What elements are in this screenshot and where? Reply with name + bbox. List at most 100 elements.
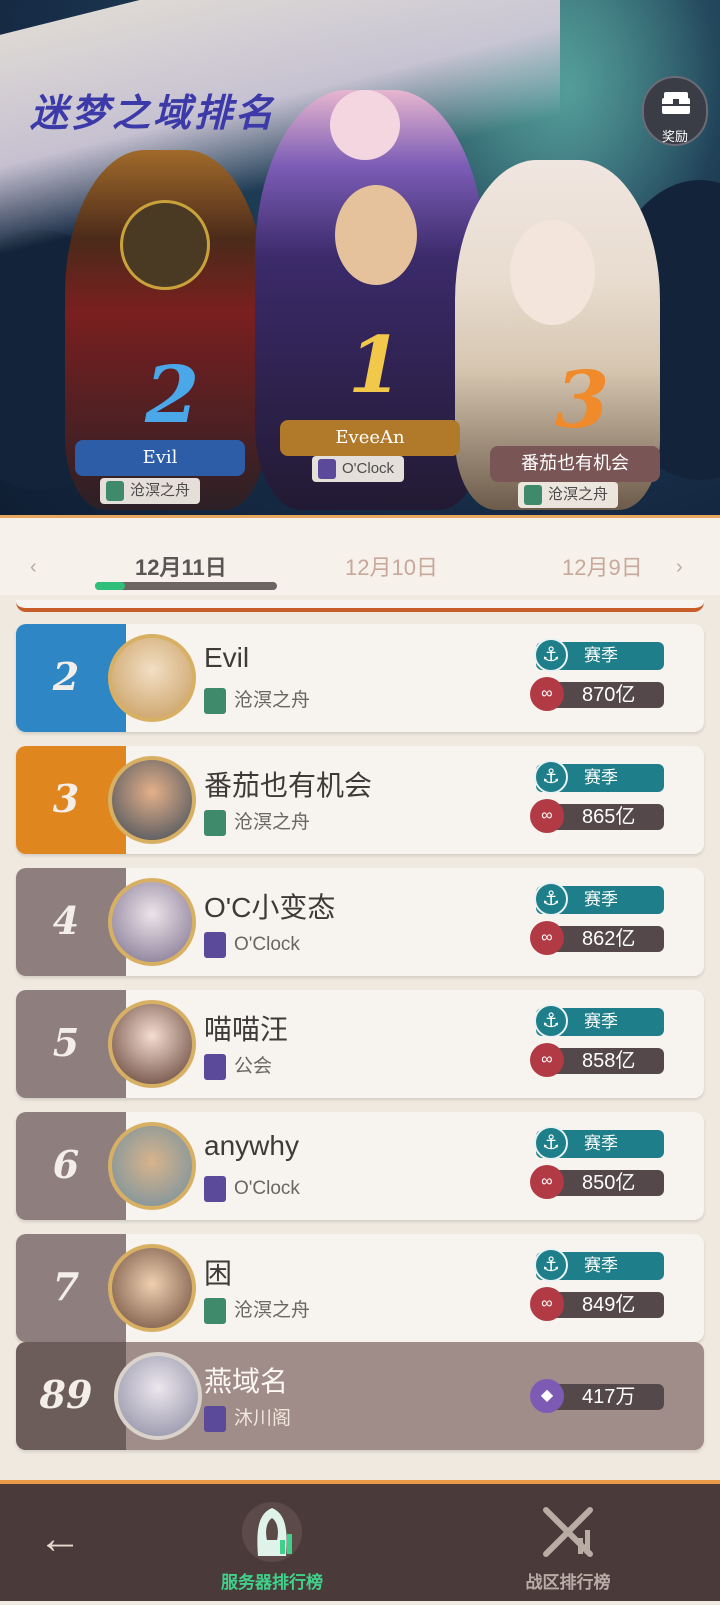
score-badge: ∞ 858亿 <box>530 1043 664 1077</box>
crossed-swords-icon <box>543 1507 593 1557</box>
score-badge: ∞ 865亿 <box>530 799 664 833</box>
bottom-nav: ← 服务器排行榜 战区排行榜 <box>0 1480 720 1601</box>
infinity-gem-icon: ∞ <box>530 1043 564 1077</box>
season-label: 赛季 <box>584 646 618 665</box>
podium-guild: 沧溟之舟 <box>130 482 191 499</box>
score-badge: ∞ 850亿 <box>530 1165 664 1199</box>
podium-name: 番茄也有机会 <box>521 453 629 474</box>
podium-guild-tag-1: O'Clock <box>312 456 405 482</box>
score-badge: ◆ 417万 <box>530 1379 664 1413</box>
list-item[interactable]: 2 Evil 沧溟之舟 ⚓ 赛季 ∞ 870亿 <box>16 624 704 732</box>
score-value: 849亿 <box>582 1294 636 1316</box>
avatar[interactable] <box>108 756 196 844</box>
nav-zone-ranking[interactable]: 战区排行榜 <box>478 1484 658 1605</box>
tab-date-3[interactable]: 12月9日 <box>562 550 640 582</box>
chest-icon <box>662 92 690 114</box>
podium-guild: O'Clock <box>342 460 395 477</box>
chevron-right-icon[interactable]: › <box>676 556 683 579</box>
list-item[interactable]: 3 番茄也有机会 沧溟之舟 ⚓ 赛季 ∞ 865亿 <box>16 746 704 854</box>
podium-name-plate-3[interactable]: 番茄也有机会 <box>490 446 660 482</box>
guild-emblem-icon <box>106 481 124 501</box>
avatar[interactable] <box>108 1244 196 1332</box>
nav-server-ranking[interactable]: 服务器排行榜 <box>182 1484 362 1605</box>
guild-emblem-icon <box>318 459 336 479</box>
player-name: O'C小变态 <box>204 892 336 923</box>
avatar[interactable] <box>114 1352 202 1440</box>
list-item[interactable]: 5 喵喵汪 公会 ⚓ 赛季 ∞ 858亿 <box>16 990 704 1098</box>
page-title: 迷梦之域排名 <box>30 90 277 135</box>
podium-name-plate-2[interactable]: Evil <box>75 440 245 476</box>
list-item[interactable]: 4 O'C小变态 O'Clock ⚓ 赛季 ∞ 862亿 <box>16 868 704 976</box>
chevron-left-icon[interactable]: ‹ <box>30 556 37 579</box>
reward-button[interactable]: 奖励 <box>642 76 708 146</box>
guild-name: O'Clock <box>234 934 300 955</box>
season-badge: ⚓ 赛季 <box>534 1248 664 1282</box>
nav-label: 服务器排行榜 <box>221 1573 323 1592</box>
podium-rank-3: 3 <box>555 355 610 446</box>
guild-emblem-icon <box>204 810 226 836</box>
guild-name: O'Clock <box>234 1178 300 1199</box>
season-label: 赛季 <box>584 1012 618 1031</box>
character-face <box>335 185 417 285</box>
season-badge: ⚓ 赛季 <box>534 882 664 916</box>
guild-name: 公会 <box>234 1056 273 1077</box>
date-tab-bar: ‹ 12月11日 12月10日 12月9日 › <box>0 515 720 595</box>
rank-number: 3 <box>52 776 80 821</box>
guild-emblem-icon <box>524 485 542 505</box>
hooded-figure-icon <box>242 1502 302 1562</box>
avatar[interactable] <box>108 1000 196 1088</box>
crystal-icon: ◆ <box>530 1379 564 1413</box>
guild-name: 沧溟之舟 <box>234 690 311 711</box>
tab-date-1[interactable]: 12月11日 <box>135 550 227 582</box>
podium-rank-2: 2 <box>145 350 200 441</box>
rank-number: 5 <box>52 1020 80 1065</box>
infinity-gem-icon: ∞ <box>530 1165 564 1199</box>
infinity-gem-icon: ∞ <box>530 799 564 833</box>
guild-emblem-icon <box>204 1176 226 1202</box>
score-value: 870亿 <box>582 684 636 706</box>
player-name: Evil <box>204 642 250 673</box>
guild-name: 沧溟之舟 <box>234 1300 311 1321</box>
anchor-icon: ⚓ <box>534 882 568 916</box>
anchor-icon: ⚓ <box>534 1126 568 1160</box>
list-item[interactable]: 6 anywhy O'Clock ⚓ 赛季 ∞ 850亿 <box>16 1112 704 1220</box>
anchor-icon: ⚓ <box>534 1248 568 1282</box>
guild-name: 沐川阁 <box>234 1408 292 1429</box>
rank-number: 6 <box>52 1142 80 1187</box>
avatar[interactable] <box>108 878 196 966</box>
season-label: 赛季 <box>584 890 618 909</box>
avatar[interactable] <box>108 1122 196 1210</box>
score-value: 862亿 <box>582 928 636 950</box>
infinity-gem-icon: ∞ <box>530 677 564 711</box>
avatar[interactable] <box>108 634 196 722</box>
guild-label: 沧溟之舟 <box>204 810 310 836</box>
player-name: 燕域名 <box>204 1366 289 1397</box>
list-item[interactable]: 7 困 沧溟之舟 ⚓ 赛季 ∞ 849亿 <box>16 1234 704 1342</box>
ranking-list[interactable]: 2 Evil 沧溟之舟 ⚓ 赛季 ∞ 870亿 3 番茄也有机会 沧溟之舟 ⚓ 赛季 … <box>0 600 720 1480</box>
guild-label: O'Clock <box>204 932 300 958</box>
rank-number: 89 <box>39 1372 93 1417</box>
podium-name-plate-1[interactable]: EveeAn <box>280 420 460 456</box>
tab-indicator-accent <box>95 582 125 590</box>
score-value: 417万 <box>582 1386 636 1408</box>
podium-guild-tag-3: 沧溟之舟 <box>518 482 619 508</box>
guild-label: 公会 <box>204 1054 272 1080</box>
player-name: 喵喵汪 <box>204 1014 289 1045</box>
anchor-icon: ⚓ <box>534 1004 568 1038</box>
score-value: 858亿 <box>582 1050 636 1072</box>
score-value: 865亿 <box>582 806 636 828</box>
character-face <box>330 90 400 160</box>
season-badge: ⚓ 赛季 <box>534 638 664 672</box>
guild-emblem-icon <box>204 1298 226 1324</box>
score-value: 850亿 <box>582 1172 636 1194</box>
guild-label: 沐川阁 <box>204 1406 291 1432</box>
guild-emblem-icon <box>204 1406 226 1432</box>
guild-name: 沧溟之舟 <box>234 812 311 833</box>
guild-label: 沧溟之舟 <box>204 1298 310 1324</box>
my-rank-row[interactable]: 89 燕域名 沐川阁 ◆ 417万 <box>16 1342 704 1450</box>
season-label: 赛季 <box>584 1134 618 1153</box>
list-scroll-edge <box>16 600 704 612</box>
tab-date-2[interactable]: 12月10日 <box>345 550 438 582</box>
tab-indicator <box>95 582 277 590</box>
back-arrow-icon[interactable]: ← <box>38 1514 82 1564</box>
